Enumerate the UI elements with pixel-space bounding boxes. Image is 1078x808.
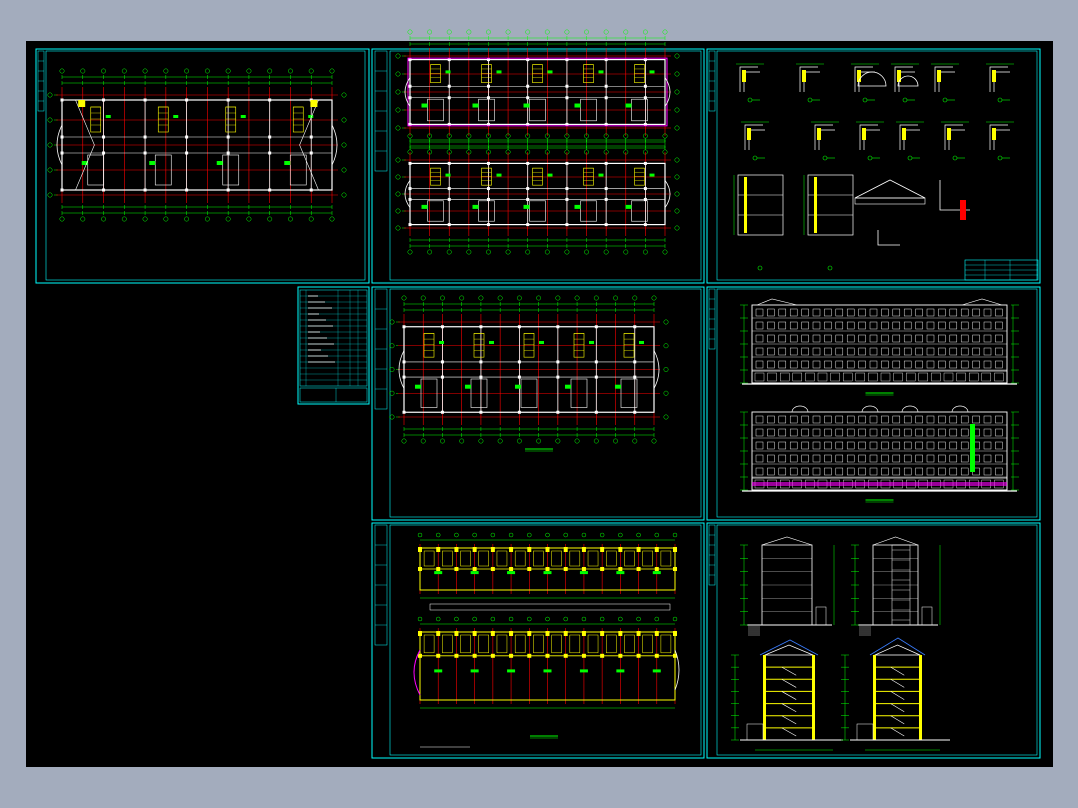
cad-drawing-canvas[interactable] [0, 0, 1078, 808]
model-space [26, 41, 1053, 767]
